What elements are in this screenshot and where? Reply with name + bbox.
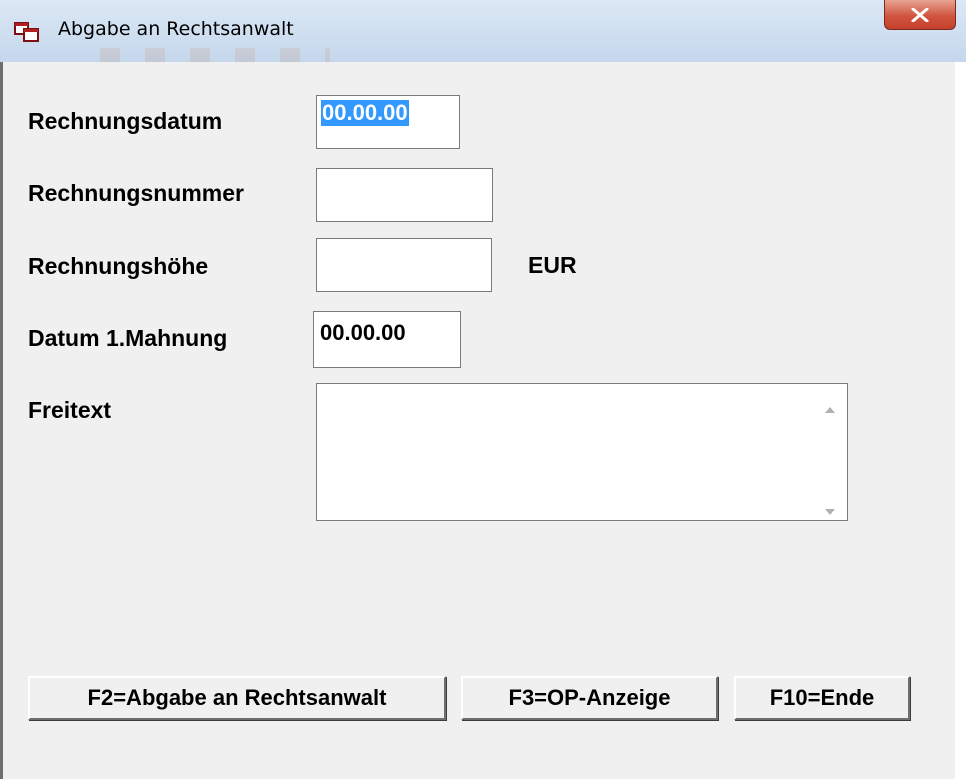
close-icon: [911, 7, 929, 22]
rechnungsdatum-label: Rechnungsdatum: [28, 108, 223, 134]
rechnungsnummer-label: Rechnungsnummer: [28, 180, 244, 206]
title-bar-background-reflection: [100, 48, 330, 62]
abgabe-rechtsanwalt-button[interactable]: F2=Abgabe an Rechtsanwalt: [28, 676, 446, 720]
close-button[interactable]: [884, 0, 956, 30]
freitext-scrollbar[interactable]: [811, 384, 847, 520]
rechnungshoehe-field[interactable]: [316, 238, 492, 292]
title-bar[interactable]: Abgabe an Rechtsanwalt: [0, 0, 966, 62]
rechnungsdatum-value: 00.00.00: [321, 100, 409, 126]
window-right-edge: [955, 62, 966, 779]
datum-mahnung-field[interactable]: 00.00.00: [313, 311, 461, 368]
currency-unit-label: EUR: [528, 252, 577, 278]
dialog-window: Abgabe an Rechtsanwalt Rechnungsdatum 00…: [0, 0, 966, 779]
rechnungsnummer-field[interactable]: [316, 168, 493, 222]
scroll-down-arrow-icon[interactable]: [825, 502, 835, 520]
scroll-up-arrow-icon[interactable]: [825, 400, 835, 418]
window-left-border: [0, 62, 3, 779]
op-anzeige-button[interactable]: F3=OP-Anzeige: [461, 676, 718, 720]
freitext-textarea[interactable]: [316, 383, 848, 521]
rechnungsdatum-field[interactable]: 00.00.00: [316, 95, 460, 149]
ende-button[interactable]: F10=Ende: [734, 676, 910, 720]
freitext-label: Freitext: [28, 397, 112, 423]
window-app-icon[interactable]: [14, 22, 40, 42]
datum-mahnung-label: Datum 1.Mahnung: [28, 325, 228, 351]
window-title: Abgabe an Rechtsanwalt: [58, 18, 294, 40]
datum-mahnung-value: 00.00.00: [320, 320, 406, 345]
rechnungshoehe-label: Rechnungshöhe: [28, 253, 209, 279]
